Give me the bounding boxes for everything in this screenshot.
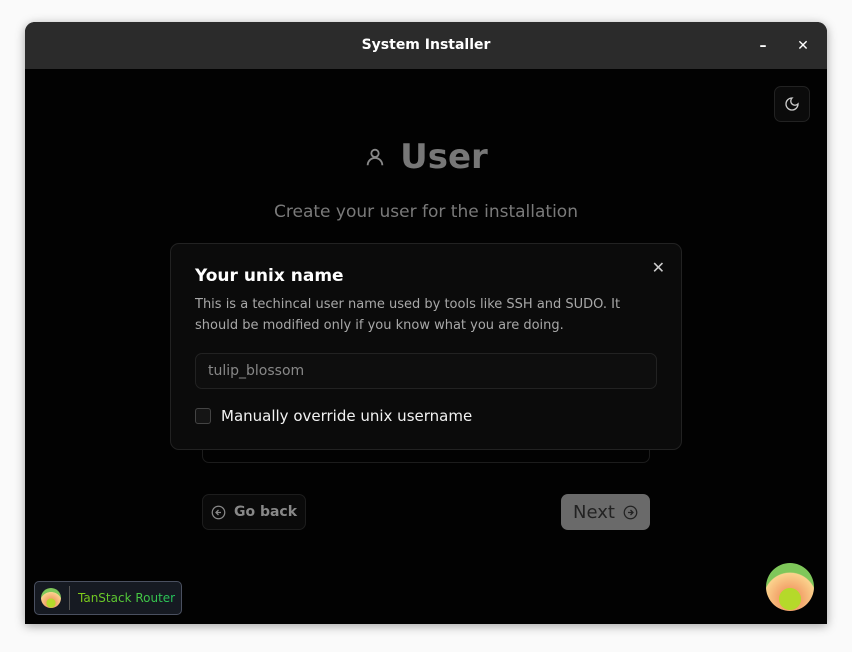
close-dialog-icon[interactable]: ✕	[652, 258, 665, 277]
unix-name-input[interactable]: tulip_blossom	[195, 353, 657, 389]
page-heading: User	[25, 137, 827, 177]
override-checkbox-row[interactable]: Manually override unix username	[195, 407, 657, 425]
dialog-description: This is a techincal user name used by to…	[195, 297, 621, 333]
window-title: System Installer	[361, 37, 491, 53]
go-back-label: Go back	[233, 504, 298, 520]
moon-icon	[785, 97, 799, 111]
divider	[69, 586, 70, 610]
page-subtitle: Create your user for the installation	[274, 202, 578, 222]
dialog-title: Your unix name	[195, 266, 344, 286]
next-button[interactable]: Next	[561, 494, 650, 530]
arrow-right-circle-icon	[623, 505, 638, 519]
user-icon	[366, 148, 384, 166]
devtools-label: TanStack Router	[78, 591, 176, 605]
theme-toggle-button[interactable]	[774, 86, 810, 122]
override-checkbox[interactable]	[195, 408, 211, 424]
page-title: User	[400, 137, 488, 177]
next-label: Next	[573, 501, 615, 523]
override-checkbox-label: Manually override unix username	[221, 407, 473, 425]
query-devtools-logo-button[interactable]	[766, 563, 814, 611]
unix-name-dialog: ✕ Your unix name This is a techincal use…	[170, 243, 682, 450]
minimize-button[interactable]: –	[751, 34, 775, 58]
title-bar: System Installer – ✕	[25, 22, 827, 69]
tanstack-router-devtools-button[interactable]: TanStack Router	[34, 581, 182, 615]
close-window-button[interactable]: ✕	[791, 34, 815, 58]
tanstack-logo-icon	[41, 588, 61, 608]
go-back-button[interactable]: Go back	[202, 494, 306, 530]
arrow-left-circle-icon	[211, 505, 226, 519]
